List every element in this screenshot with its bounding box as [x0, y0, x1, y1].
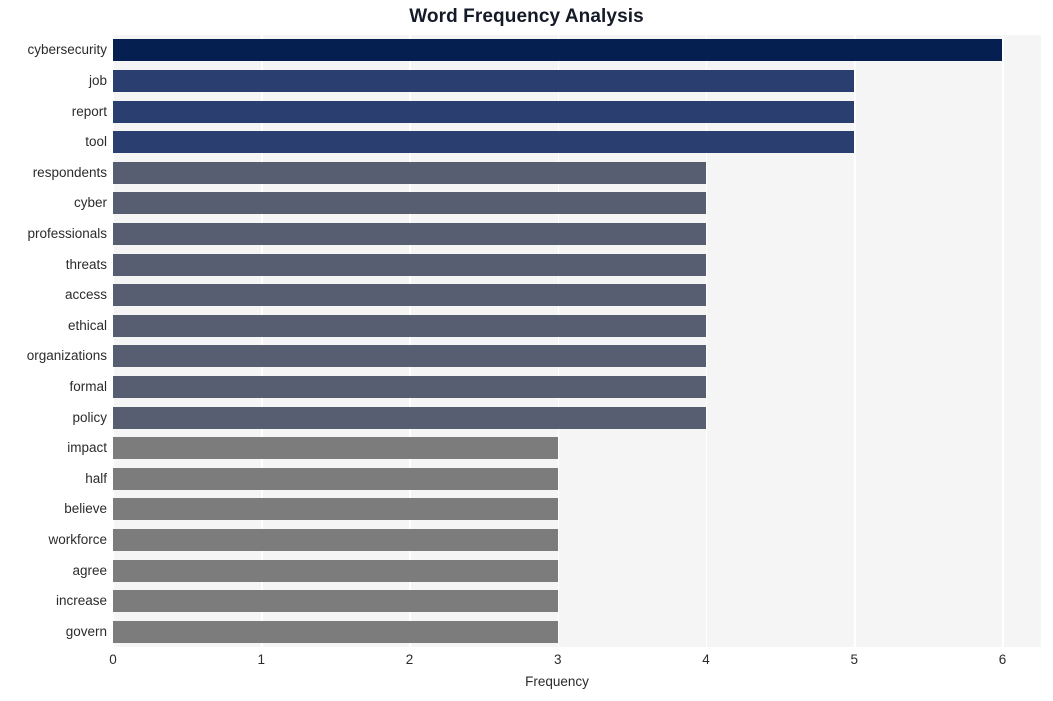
bar-believe[interactable] — [113, 498, 558, 521]
y-tick-label-organizations: organizations — [26, 348, 107, 364]
y-tick-label-govern: govern — [65, 623, 107, 639]
y-tick-label-respondents: respondents — [32, 164, 107, 180]
gridline — [113, 35, 115, 647]
bar-threats[interactable] — [113, 253, 706, 276]
y-tick-label-cyber: cyber — [73, 195, 107, 211]
bar-fill — [113, 406, 706, 429]
bar-fill — [113, 375, 706, 398]
word-frequency-chart: Word Frequency Analysis cybersecurity job… — [0, 0, 1053, 701]
bar-tool[interactable] — [113, 131, 855, 154]
bar-fill — [113, 437, 558, 460]
bar-increase[interactable] — [113, 590, 558, 613]
y-tick-label-professionals: professionals — [27, 225, 107, 241]
y-tick-label-believe: believe — [64, 501, 107, 517]
y-tick-label-job: job — [88, 72, 107, 88]
y-tick-label-policy: policy — [72, 409, 107, 425]
x-tick-label-1: 1 — [257, 652, 265, 667]
bar-fill — [113, 620, 558, 643]
bar-formal[interactable] — [113, 375, 706, 398]
bar-fill — [113, 222, 706, 245]
y-tick-label-agree: agree — [72, 562, 107, 578]
y-tick-label-increase: increase — [55, 593, 107, 609]
y-tick-label-access: access — [64, 287, 107, 303]
bar-cybersecurity[interactable] — [113, 39, 1003, 62]
y-tick-label-cybersecurity: cybersecurity — [27, 42, 107, 58]
gridline — [1002, 35, 1004, 647]
bar-govern[interactable] — [113, 620, 558, 643]
x-tick-label-6: 6 — [998, 652, 1007, 667]
x-tick-label-2: 2 — [405, 652, 414, 667]
bar-cyber[interactable] — [113, 192, 706, 215]
bar-fill — [113, 345, 706, 368]
bar-ethical[interactable] — [113, 314, 706, 337]
gridline — [409, 35, 411, 647]
x-tick-label-0: 0 — [109, 652, 117, 667]
bar-agree[interactable] — [113, 559, 558, 582]
bar-fill — [113, 39, 1003, 62]
gridline — [557, 35, 560, 647]
x-axis-tick-labels: 0 1 2 3 4 5 6 — [109, 647, 1041, 673]
gridline — [854, 35, 856, 647]
y-tick-label-impact: impact — [67, 440, 107, 456]
bar-fill — [113, 314, 706, 337]
y-tick-label-tool: tool — [85, 134, 107, 150]
bar-fill — [113, 467, 558, 490]
bar-fill — [113, 284, 706, 307]
bar-report[interactable] — [113, 100, 855, 123]
bar-fill — [113, 100, 855, 123]
bar-policy[interactable] — [113, 406, 706, 429]
bar-fill — [113, 69, 855, 92]
bar-organizations[interactable] — [113, 345, 706, 368]
bar-impact[interactable] — [113, 437, 558, 460]
bar-fill — [113, 253, 706, 276]
gridline — [705, 35, 708, 647]
bar-job[interactable] — [113, 69, 855, 92]
y-tick-label-report: report — [71, 103, 107, 119]
y-tick-label-workforce: workforce — [48, 531, 107, 547]
x-axis-title: Frequency — [525, 674, 589, 689]
y-tick-label-half: half — [85, 470, 107, 486]
bar-half[interactable] — [113, 467, 558, 490]
bar-fill — [113, 590, 558, 613]
bar-fill — [113, 161, 706, 184]
bar-fill — [113, 498, 558, 521]
bar-respondents[interactable] — [113, 161, 706, 184]
bar-fill — [113, 131, 855, 154]
bar-fill — [113, 528, 558, 551]
bar-fill — [113, 559, 558, 582]
bar-access[interactable] — [113, 284, 706, 307]
plot-area — [113, 35, 1041, 647]
y-tick-label-formal: formal — [69, 378, 107, 394]
y-tick-label-threats: threats — [65, 256, 107, 272]
bar-professionals[interactable] — [113, 222, 706, 245]
x-tick-label-4: 4 — [702, 652, 710, 667]
bar-workforce[interactable] — [113, 528, 558, 551]
y-axis-tick-labels: cybersecurity job report tool respondents cyb… — [0, 35, 107, 647]
y-tick-label-ethical: ethical — [67, 317, 107, 333]
gridline — [261, 35, 263, 647]
chart-title: Word Frequency Analysis — [409, 6, 644, 27]
bar-fill — [113, 192, 706, 215]
x-tick-label-5: 5 — [850, 652, 858, 667]
x-tick-label-3: 3 — [553, 652, 562, 667]
